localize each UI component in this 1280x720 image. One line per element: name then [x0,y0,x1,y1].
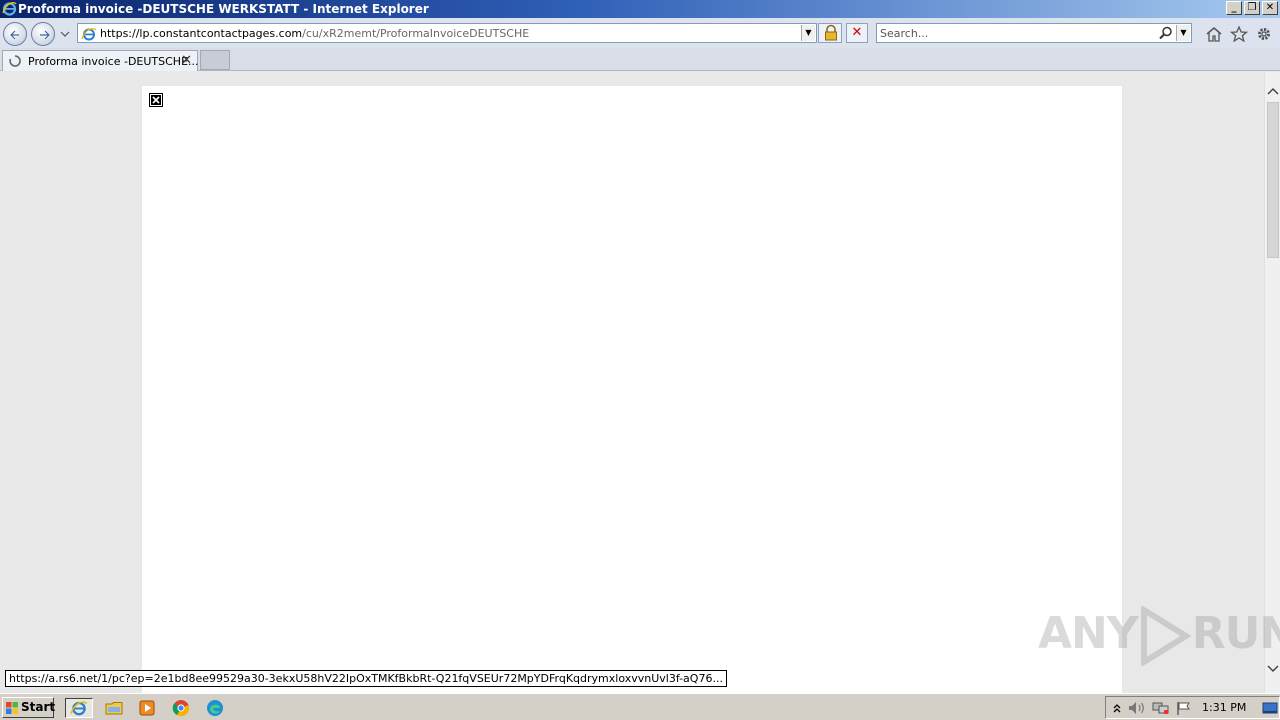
back-arrow-icon [9,30,19,40]
tab-label: Proforma invoice -DEUTSCHE... [28,55,199,68]
folder-icon [105,702,123,715]
start-label: Start [21,700,56,714]
back-button[interactable] [3,22,27,46]
security-lock-button[interactable] [818,23,842,43]
internet-explorer-icon [70,701,88,716]
media-player-icon [139,700,155,716]
page-icon [81,28,97,41]
watermark-text-left: ANY [1038,608,1139,659]
scrollbar-thumb[interactable] [1267,102,1279,258]
network-icon[interactable] [1152,701,1170,715]
restore-button[interactable]: ❐ [1244,1,1260,15]
window-title: Proforma invoice -DEUTSCHE WERKSTATT - I… [18,2,429,16]
internet-explorer-icon [2,2,17,16]
home-icon[interactable] [1205,26,1223,42]
search-icon[interactable] [1159,26,1173,40]
start-button[interactable]: Start [2,697,56,718]
vertical-scrollbar[interactable] [1264,72,1280,693]
taskbar-edge[interactable] [204,698,226,718]
taskbar-chrome[interactable] [170,698,192,718]
volume-icon[interactable] [1128,701,1146,715]
tab-proforma-invoice[interactable]: Proforma invoice -DEUTSCHE... ✕ [2,50,199,71]
new-tab-button[interactable] [200,50,230,70]
action-center-flag-icon[interactable] [1176,701,1192,715]
tab-close-icon[interactable]: ✕ [181,53,192,68]
watermark-text-right: RUN [1191,608,1280,659]
window-titlebar[interactable]: Proforma invoice -DEUTSCHE WERKSTATT - I… [0,0,1280,18]
url-path: /cu/xR2memt/ProformaInvoiceDEUTSCHE [302,27,530,40]
taskbar-clock[interactable]: 1:31 PM [1202,701,1246,714]
close-button[interactable]: ✕ [1262,1,1278,15]
loading-spinner-icon [9,55,21,67]
tab-bar: Proforma invoice -DEUTSCHE... ✕ [0,48,1280,71]
edge-icon [207,700,223,716]
gear-icon[interactable] [1255,26,1273,42]
taskbar-file-explorer[interactable] [103,698,125,718]
show-desktop-icon[interactable] [1262,701,1278,715]
taskbar-media-player[interactable] [136,698,158,718]
taskbar-internet-explorer[interactable] [65,698,93,718]
anyrun-watermark: ANY RUN [1038,604,1280,668]
forward-arrow-icon [40,30,51,40]
search-box[interactable]: ▼ [876,23,1192,43]
tray-expand-icon[interactable] [1112,701,1122,715]
system-tray: 1:31 PM [1105,696,1280,719]
lock-icon [825,24,837,41]
forward-button[interactable] [31,22,55,46]
history-dropdown-icon[interactable] [60,29,70,39]
chrome-icon [172,700,190,717]
browser-viewport [0,72,1264,706]
address-bar[interactable]: https://lp.constantcontactpages.com/cu/x… [77,23,817,43]
search-dropdown-button[interactable]: ▼ [1176,25,1190,41]
navigation-bar: https://lp.constantcontactpages.com/cu/x… [0,18,1280,48]
stop-button[interactable]: ✕ [846,23,868,43]
windows-flag-icon [6,702,18,714]
address-url: https://lp.constantcontactpages.com/cu/x… [100,27,529,40]
taskbar: Start 1:31 PM [0,693,1280,720]
broken-image-icon [149,93,163,107]
web-page [142,86,1122,706]
play-triangle-icon [1140,604,1192,668]
url-host: https://lp.constantcontactpages.com [100,27,303,40]
minimize-button[interactable]: _ [1226,1,1242,15]
favorites-star-icon[interactable] [1230,26,1248,42]
status-link-url: https://a.rs6.net/1/pc?ep=2e1bd8ee99529a… [5,670,727,687]
search-input[interactable] [880,26,1150,40]
scroll-up-arrow-icon[interactable] [1267,86,1279,96]
address-dropdown-button[interactable]: ▼ [801,25,815,41]
